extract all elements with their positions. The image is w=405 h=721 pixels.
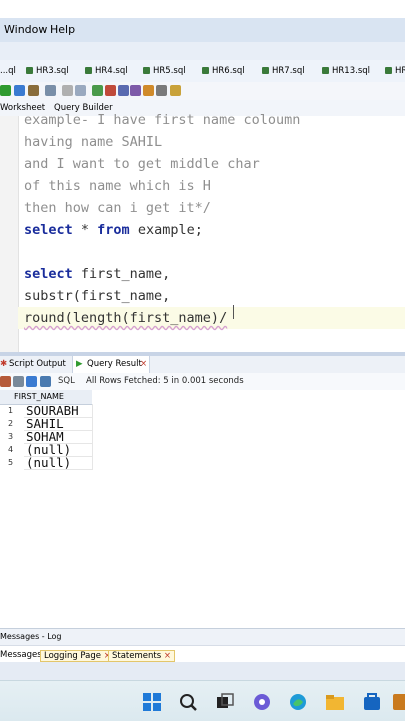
format-icon[interactable] [156, 85, 167, 96]
menu-help[interactable]: Help [50, 23, 75, 36]
history-icon[interactable] [130, 85, 141, 96]
print-icon[interactable] [13, 376, 24, 387]
fetch-status: All Rows Fetched: 5 in 0.001 seconds [86, 376, 244, 386]
freeze-icon[interactable] [0, 376, 11, 387]
teams-chat-icon[interactable] [252, 692, 272, 712]
code-line-select-first-name: select first_name, [24, 266, 171, 282]
pin-icon[interactable]: ✱ [0, 359, 7, 369]
file-tab-hr6[interactable]: HR6.sql [202, 66, 245, 76]
messages-tabs: Messages Logging Page × Statements × [0, 645, 405, 663]
sql-link[interactable]: SQL [58, 376, 75, 386]
menu-window[interactable]: Window [4, 23, 47, 36]
file-tab-hr7[interactable]: HR7.sql [262, 66, 305, 76]
file-tab-strip: ...ql HR3.sql HR4.sql HR5.sql HR6.sql HR… [0, 60, 405, 83]
search-icon[interactable] [178, 692, 198, 712]
file-tab-hr5[interactable]: HR5.sql [143, 66, 186, 76]
rollback-icon[interactable] [45, 85, 56, 96]
window-top-edge [0, 0, 405, 18]
file-tab-prev[interactable]: ...ql [0, 66, 16, 76]
code-line-comment: then how can i get it*/ [24, 200, 211, 216]
code-line-comment: of this name which is H [24, 178, 211, 194]
text-cursor [233, 305, 234, 319]
refresh-icon[interactable] [26, 376, 37, 387]
play-icon: ▶ [76, 359, 83, 369]
sql-file-icon [385, 67, 392, 74]
tab-logging-page[interactable]: Logging Page × [40, 650, 115, 662]
code-line-comment: and I want to get middle char [24, 156, 260, 172]
run-script-icon[interactable] [14, 85, 25, 96]
tab-script-output[interactable]: Script Output [9, 359, 66, 369]
autotrace-icon[interactable] [92, 85, 103, 96]
messages-log-title: Messages - Log [0, 632, 62, 641]
sql-file-icon [26, 67, 33, 74]
sql-file-icon [85, 67, 92, 74]
column-first-name[interactable]: FIRST_NAME [14, 392, 64, 401]
code-line-comment: example- I have first name coloumn [24, 112, 301, 128]
sql-file-icon [143, 67, 150, 74]
file-tab-hr3[interactable]: HR3.sql [26, 66, 69, 76]
code-line-round-length: round(length(first_name)/ [24, 310, 228, 326]
tab-messages[interactable]: Messages [0, 650, 42, 660]
clear-icon[interactable] [118, 85, 129, 96]
windows-start-icon[interactable] [142, 692, 162, 712]
cancel-icon[interactable] [62, 85, 73, 96]
menu-bar: Window Help [0, 18, 405, 43]
sql-file-icon [322, 67, 329, 74]
messages-log-header: Messages - Log [0, 628, 405, 646]
sql-tuning-icon[interactable] [105, 85, 116, 96]
bind-variables-icon[interactable] [170, 85, 181, 96]
task-view-icon[interactable] [215, 692, 235, 712]
close-icon[interactable]: × [140, 359, 147, 369]
file-tab-hr13[interactable]: HR13.sql [322, 66, 370, 76]
toolbar-band [0, 42, 405, 60]
file-tab-hr4[interactable]: HR4.sql [85, 66, 128, 76]
code-line-substr: substr(first_name, [24, 288, 171, 304]
edge-browser-icon[interactable] [288, 692, 308, 712]
run-statement-icon[interactable] [0, 85, 11, 96]
grid-rows: 1 SOURABH 2 SAHIL 3 SOHAM 4 (null) 5 (nu… [0, 403, 100, 474]
tab-statements[interactable]: Statements × [108, 650, 175, 662]
file-tab-next[interactable]: HR [385, 66, 405, 76]
export-icon[interactable] [40, 376, 51, 387]
tab-query-result[interactable]: ▶ Query Result × [72, 356, 150, 373]
result-toolbar: SQL All Rows Fetched: 5 in 0.001 seconds [0, 373, 405, 390]
code-line-comment: having name SAHIL [24, 134, 163, 150]
app-icon[interactable] [393, 692, 405, 712]
file-explorer-icon[interactable] [325, 692, 345, 712]
sql-file-icon [202, 67, 209, 74]
store-icon[interactable] [362, 692, 382, 712]
output-tabs: ✱ Script Output ▶ Query Result × [0, 356, 405, 374]
commit-icon[interactable] [28, 85, 39, 96]
status-bar [0, 662, 405, 680]
edit-icon[interactable] [143, 85, 154, 96]
editor-content[interactable]: example- I have first name coloumn havin… [0, 112, 405, 352]
explain-plan-icon[interactable] [75, 85, 86, 96]
code-line-select-all: select * from example; [24, 222, 203, 238]
worksheet-toolbar [0, 82, 405, 101]
sql-file-icon [262, 67, 269, 74]
windows-taskbar [0, 680, 405, 721]
